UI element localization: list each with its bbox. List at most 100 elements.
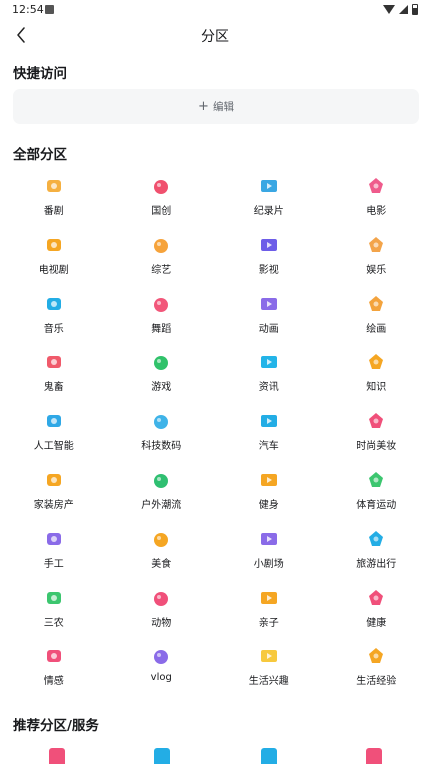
section-item[interactable]: 三农: [0, 582, 108, 641]
food-dome-icon: [151, 529, 171, 549]
section-item[interactable]: 科技数码: [108, 405, 216, 464]
section-item[interactable]: 音乐: [0, 288, 108, 347]
nav-bar: 分区: [0, 20, 430, 50]
magic-wand-icon: [366, 235, 386, 255]
status-indicators: [383, 4, 418, 15]
section-item-label: 动物: [151, 617, 172, 629]
section-item[interactable]: 国创: [108, 170, 216, 229]
medical-kit-icon: [366, 588, 386, 608]
section-item[interactable]: 健身: [215, 464, 323, 523]
section-item[interactable]: 健康: [323, 582, 430, 641]
section-item[interactable]: 美食: [108, 523, 216, 582]
section-item[interactable]: 番剧: [0, 170, 108, 229]
section-item-label: 音乐: [43, 323, 64, 335]
section-item[interactable]: 动画: [215, 288, 323, 347]
section-item[interactable]: 动物: [108, 582, 216, 641]
section-item-label: 电视剧: [38, 264, 69, 276]
section-item-label: 舞蹈: [151, 323, 172, 335]
rubber-duck-icon: [259, 646, 279, 666]
building-icon: [44, 470, 64, 490]
recommend-4-icon[interactable]: [366, 748, 382, 764]
section-item[interactable]: 资讯: [215, 346, 323, 405]
section-item-label: 美食: [151, 558, 172, 570]
tv-bangumi-icon: [44, 176, 64, 196]
theater-stage-icon: [259, 529, 279, 549]
section-item-label: 亲子: [258, 617, 279, 629]
section-item-label: 科技数码: [141, 441, 182, 453]
vlog-camera-icon: [151, 646, 171, 666]
recommend-2-icon[interactable]: [154, 748, 170, 764]
paw-icon: [151, 588, 171, 608]
wifi-icon: [383, 5, 395, 14]
section-item[interactable]: 人工智能: [0, 405, 108, 464]
3d-glasses-icon: [366, 176, 386, 196]
section-item-label: 人工智能: [33, 441, 74, 453]
section-item[interactable]: 户外潮流: [108, 464, 216, 523]
section-item-label: 娱乐: [366, 264, 387, 276]
section-item[interactable]: 亲子: [215, 582, 323, 641]
section-item-label: 时尚美妆: [356, 441, 397, 453]
section-item-label: 鬼畜: [43, 382, 64, 394]
battery-icon: [412, 4, 418, 15]
section-item[interactable]: 手工: [0, 523, 108, 582]
section-item[interactable]: 知识: [323, 346, 430, 405]
section-item[interactable]: 纪录片: [215, 170, 323, 229]
recommend-1-icon[interactable]: [49, 748, 65, 764]
all-sections-title: 全部分区: [13, 147, 67, 163]
section-item[interactable]: 生活兴趣: [215, 640, 323, 699]
section-item-label: 生活兴趣: [248, 676, 289, 688]
section-item-label: 旅游出行: [356, 558, 397, 570]
section-item[interactable]: 小剧场: [215, 523, 323, 582]
edit-label: 编辑: [212, 101, 234, 113]
section-item[interactable]: 体育运动: [323, 464, 430, 523]
section-item[interactable]: 家装房产: [0, 464, 108, 523]
section-item[interactable]: 综艺: [108, 229, 216, 288]
section-item[interactable]: 生活经验: [323, 640, 430, 699]
runner-icon: [366, 470, 386, 490]
section-item[interactable]: 时尚美妆: [323, 405, 430, 464]
section-grid: 番剧 国创 纪录片 电影电视剧 综艺 影视 娱乐音乐 舞蹈 动画 绘画鬼畜 游戏 资讯 知识人工智能 科技…: [0, 170, 430, 699]
section-item[interactable]: 娱乐: [323, 229, 430, 288]
creeper-icon: [151, 352, 171, 372]
section-item-label: 综艺: [151, 264, 172, 276]
microphone-icon: [151, 235, 171, 255]
section-item[interactable]: 汽车: [215, 405, 323, 464]
section-item-label: 知识: [366, 382, 387, 394]
section-item-label: 手工: [43, 558, 64, 570]
section-item-label: 游戏: [151, 382, 172, 394]
section-item-label: 小剧场: [253, 558, 284, 570]
section-item-label: 户外潮流: [141, 499, 182, 511]
section-item[interactable]: 情感: [0, 640, 108, 699]
gallery-notification-icon: [45, 5, 54, 14]
section-item[interactable]: 鬼畜: [0, 346, 108, 405]
section-item[interactable]: 旅游出行: [323, 523, 430, 582]
dumbbell-icon: [259, 470, 279, 490]
newspaper-icon: [259, 352, 279, 372]
section-item-label: vlog: [150, 672, 172, 684]
section-item[interactable]: 电视剧: [0, 229, 108, 288]
section-item[interactable]: 电影: [323, 170, 430, 229]
section-item[interactable]: 影视: [215, 229, 323, 288]
section-item-label: 家装房产: [33, 499, 74, 511]
section-item-label: 健康: [366, 617, 387, 629]
status-time: 12:54: [12, 3, 44, 16]
play-screen-icon: [259, 294, 279, 314]
scissors-icon: [44, 529, 64, 549]
sprout-icon: [44, 588, 64, 608]
section-item-label: 动画: [258, 323, 279, 335]
recommend-3-icon[interactable]: [261, 748, 277, 764]
mountain-icon: [151, 470, 171, 490]
edit-quick-access-button[interactable]: + 编辑: [13, 89, 419, 124]
satellite-dome-icon: [151, 411, 171, 431]
section-item[interactable]: 舞蹈: [108, 288, 216, 347]
status-bar: 12:54: [0, 0, 430, 20]
headphones-icon: [44, 294, 64, 314]
section-item[interactable]: 游戏: [108, 346, 216, 405]
guochuang-icon: [151, 176, 171, 196]
section-item-label: 资讯: [258, 382, 279, 394]
section-item-label: 汽车: [258, 441, 279, 453]
whale-icon: [259, 176, 279, 196]
section-item-label: 绘画: [366, 323, 387, 335]
section-item[interactable]: vlog: [108, 640, 216, 699]
section-item[interactable]: 绘画: [323, 288, 430, 347]
